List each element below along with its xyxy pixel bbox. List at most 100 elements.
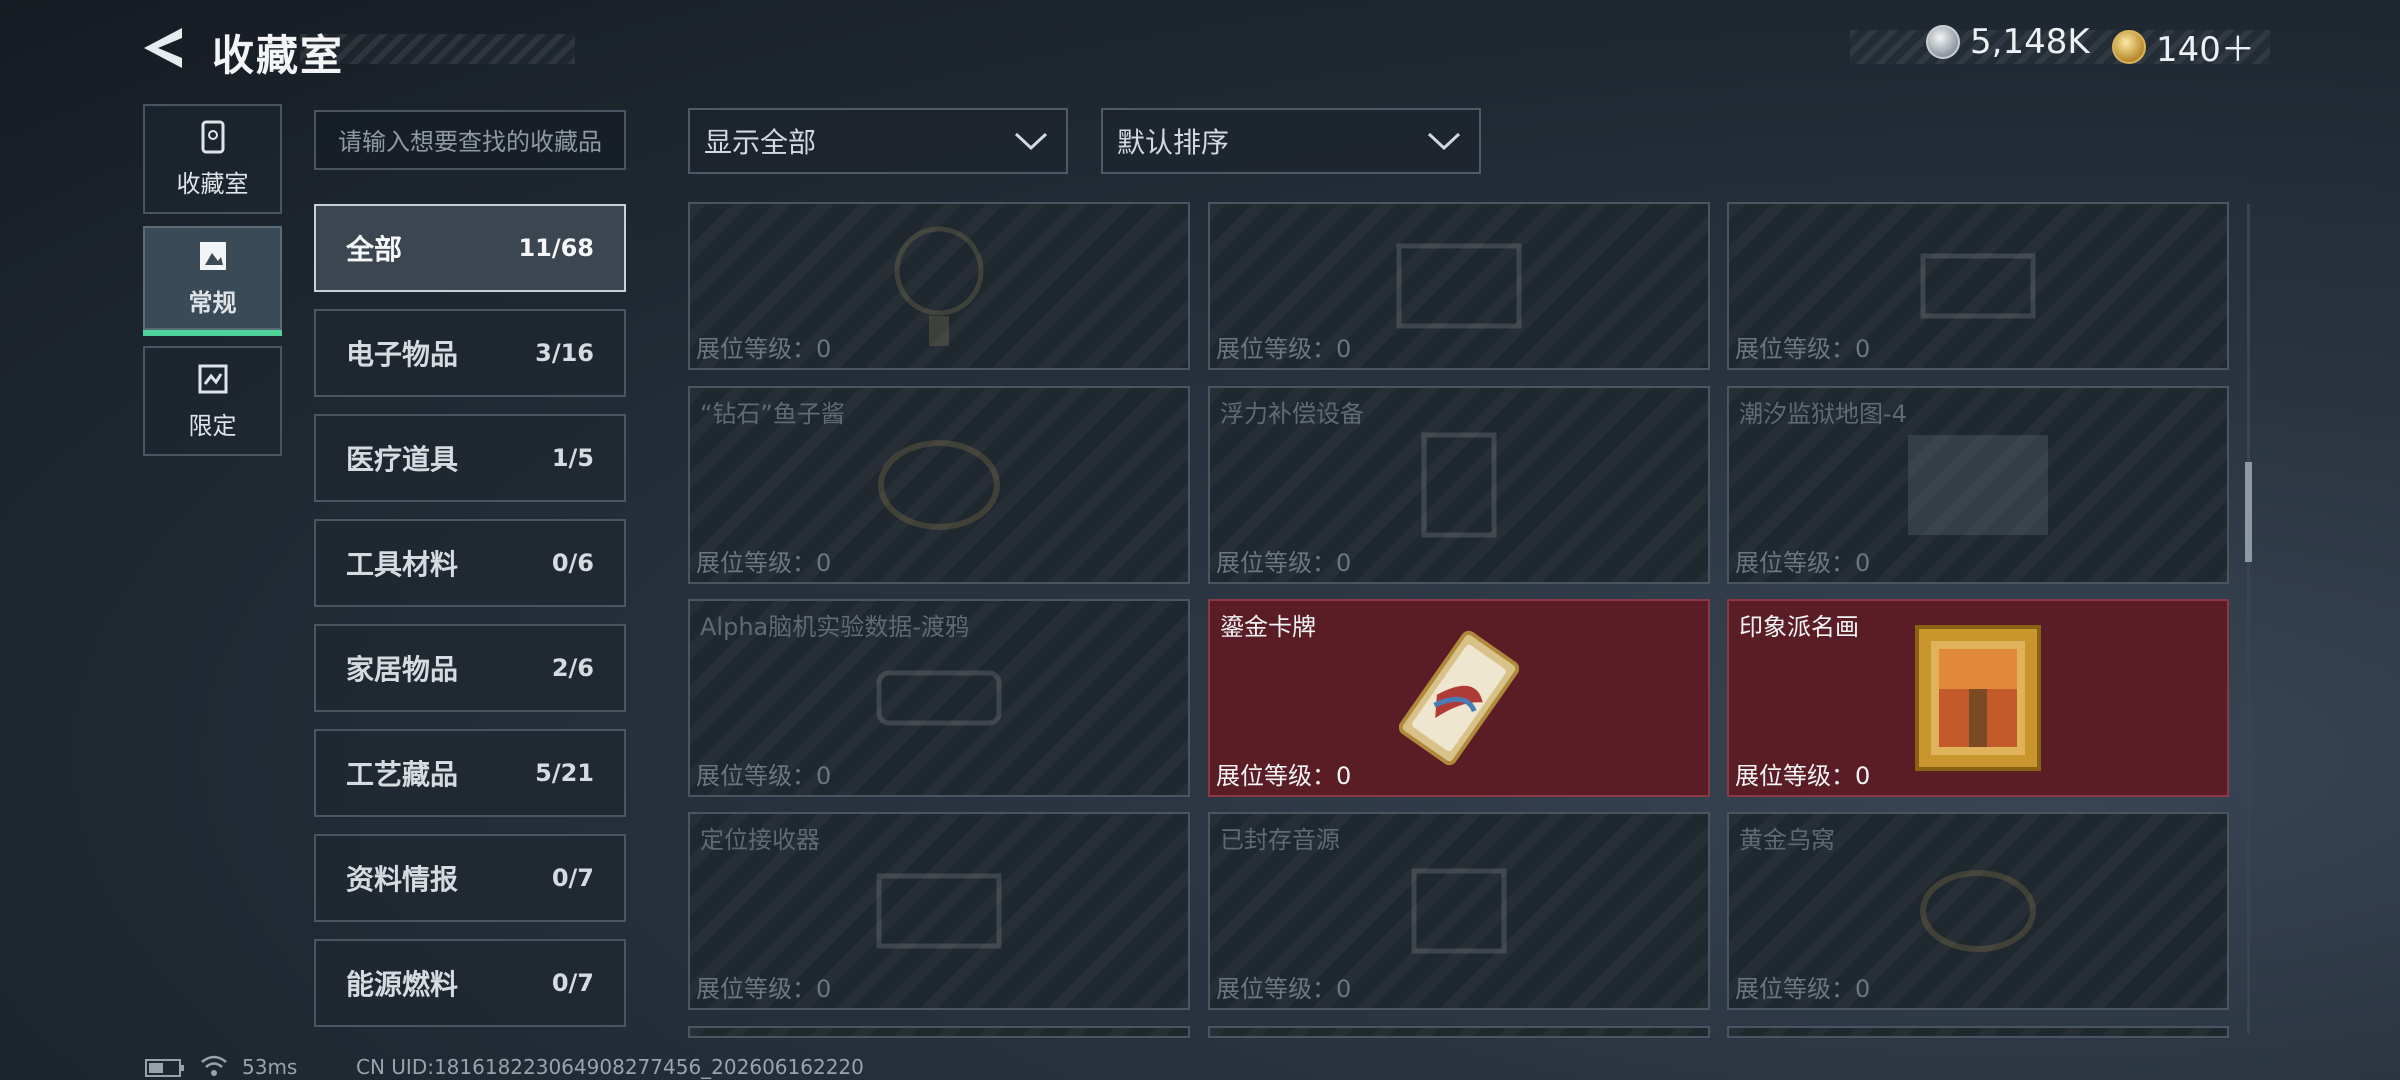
sort-value: 默认排序 xyxy=(1117,126,1230,159)
item-booth-level: 展位等级：0 xyxy=(696,762,832,790)
item-name: 潮汐监狱地图-4 xyxy=(1739,400,1907,428)
item-name: 浮力补偿设备 xyxy=(1220,400,1364,428)
nav-regular[interactable]: 常规 xyxy=(143,226,282,336)
collection-item-card-partial[interactable] xyxy=(1727,1026,2229,1038)
battery-icon xyxy=(145,1059,184,1077)
item-booth-level: 展位等级：0 xyxy=(1216,762,1352,790)
page-title: 收藏室 xyxy=(212,31,345,80)
limited-icon xyxy=(198,364,227,393)
item-name: 鎏金卡牌 xyxy=(1220,613,1316,641)
category-count: 2/6 xyxy=(551,654,594,682)
collection-item-card[interactable]: 定位接收器 展位等级：0 xyxy=(688,812,1190,1010)
nav-label-regular: 常规 xyxy=(188,288,237,317)
category-count: 0/7 xyxy=(551,969,594,997)
item-name: Alpha脑机实验数据-渡鸦 xyxy=(700,613,969,641)
globe-artifact-icon xyxy=(894,226,984,346)
item-booth-level: 展位等级：0 xyxy=(696,335,832,363)
nav-label-limited: 限定 xyxy=(188,411,237,440)
collection-item-card[interactable]: 展位等级：0 xyxy=(1727,202,2229,370)
wifi-icon xyxy=(201,1055,227,1076)
category-count: 0/6 xyxy=(551,549,594,577)
regular-icon xyxy=(199,241,226,270)
device-icon xyxy=(1920,253,2036,319)
category-count: 0/7 xyxy=(551,864,594,892)
item-name: 已封存音源 xyxy=(1220,826,1340,854)
item-booth-level: 展位等级：0 xyxy=(1735,762,1871,790)
category-intel[interactable]: 资料情报 0/7 xyxy=(314,834,626,922)
nav-limited[interactable]: 限定 xyxy=(143,346,282,456)
grid-scrollbar-track[interactable] xyxy=(2247,204,2250,1034)
gold-amount: 140＋ xyxy=(2156,30,2255,70)
collection-room-icon xyxy=(201,120,224,153)
silver-coin-icon xyxy=(1926,25,1960,59)
display-filter-dropdown[interactable]: 显示全部 xyxy=(688,108,1068,174)
category-label: 全部 xyxy=(346,233,403,266)
sealed-audio-icon xyxy=(1411,868,1507,954)
collection-item-card[interactable]: “钻石”鱼子酱 展位等级：0 xyxy=(688,386,1190,584)
collection-item-card[interactable]: 潮汐监狱地图-4 展位等级：0 xyxy=(1727,386,2229,584)
item-name: 黄金乌窝 xyxy=(1739,826,1835,854)
category-tools[interactable]: 工具材料 0/6 xyxy=(314,519,626,607)
user-uid: CN UID:1816182230649082774​56_2026061622… xyxy=(356,1055,864,1079)
category-all[interactable]: 全部 11/68 xyxy=(314,204,626,292)
item-booth-level: 展位等级：0 xyxy=(1216,975,1352,1003)
silver-currency: 5,148K xyxy=(1926,22,2090,62)
category-count: 5/21 xyxy=(535,759,594,787)
category-crafts[interactable]: 工艺藏品 5/21 xyxy=(314,729,626,817)
category-household[interactable]: 家居物品 2/6 xyxy=(314,624,626,712)
sort-dropdown[interactable]: 默认排序 xyxy=(1101,108,1481,174)
gold-coin-icon xyxy=(2112,29,2146,64)
collection-item-card[interactable]: 展位等级：0 xyxy=(1208,202,1710,370)
item-booth-level: 展位等级：0 xyxy=(1735,549,1871,577)
search-input[interactable]: 请输入想要查找的收藏品 xyxy=(314,110,626,170)
collection-item-card[interactable]: 印象派名画 展位等级：0 xyxy=(1727,599,2229,797)
framed-painting-icon xyxy=(1915,625,2041,771)
item-name: 印象派名画 xyxy=(1739,613,1859,641)
collection-item-card-partial[interactable] xyxy=(688,1026,1190,1038)
receiver-icon xyxy=(876,873,1002,949)
category-count: 1/5 xyxy=(551,444,594,472)
chessboard-icon xyxy=(1396,243,1522,329)
collection-item-card[interactable]: 鎏金卡牌 展位等级：0 xyxy=(1208,599,1710,797)
gilded-card-icon xyxy=(1399,630,1519,766)
map-icon xyxy=(1908,435,2048,535)
item-booth-level: 展位等级：0 xyxy=(1216,549,1352,577)
item-booth-level: 展位等级：0 xyxy=(696,549,832,577)
collection-item-card[interactable]: Alpha脑机实验数据-渡鸦 展位等级：0 xyxy=(688,599,1190,797)
category-energy[interactable]: 能源燃料 0/7 xyxy=(314,939,626,1027)
category-label: 能源燃料 xyxy=(346,968,459,1001)
back-arrow-icon[interactable] xyxy=(142,24,188,72)
golden-nest-icon xyxy=(1920,870,2036,952)
collection-item-card[interactable]: 黄金乌窝 展位等级：0 xyxy=(1727,812,2229,1010)
category-count: 11/68 xyxy=(518,234,594,262)
item-booth-level: 展位等级：0 xyxy=(696,975,832,1003)
nav-label-collection-room: 收藏室 xyxy=(176,169,249,198)
collection-item-card-partial[interactable] xyxy=(1208,1026,1710,1038)
collection-item-card[interactable]: 已封存音源 展位等级：0 xyxy=(1208,812,1710,1010)
buoyancy-device-icon xyxy=(1421,432,1497,538)
chevron-down-icon xyxy=(1014,132,1048,151)
category-label: 家居物品 xyxy=(346,653,459,686)
caviar-tin-icon xyxy=(878,440,1000,530)
data-drive-icon xyxy=(876,670,1002,726)
item-name: 定位接收器 xyxy=(700,826,820,854)
display-filter-value: 显示全部 xyxy=(704,126,817,159)
item-booth-level: 展位等级：0 xyxy=(1735,975,1871,1003)
collection-item-card[interactable]: 浮力补偿设备 展位等级：0 xyxy=(1208,386,1710,584)
category-electronics[interactable]: 电子物品 3/16 xyxy=(314,309,626,397)
collection-item-card[interactable]: 展位等级：0 xyxy=(688,202,1190,370)
network-latency: 53ms xyxy=(242,1055,298,1079)
category-label: 医疗道具 xyxy=(346,443,459,476)
category-count: 3/16 xyxy=(535,339,594,367)
chevron-down-icon xyxy=(1427,132,1461,151)
category-label: 电子物品 xyxy=(346,338,459,371)
item-booth-level: 展位等级：0 xyxy=(1735,335,1871,363)
gold-currency[interactable]: 140＋ xyxy=(2112,22,2255,71)
category-medical[interactable]: 医疗道具 1/5 xyxy=(314,414,626,502)
category-label: 工具材料 xyxy=(346,548,459,581)
grid-scrollbar-thumb[interactable] xyxy=(2245,462,2252,562)
item-name: “钻石”鱼子酱 xyxy=(700,400,845,428)
silver-amount: 5,148K xyxy=(1970,22,2090,62)
category-label: 工艺藏品 xyxy=(346,758,459,791)
nav-collection-room[interactable]: 收藏室 xyxy=(143,104,282,214)
